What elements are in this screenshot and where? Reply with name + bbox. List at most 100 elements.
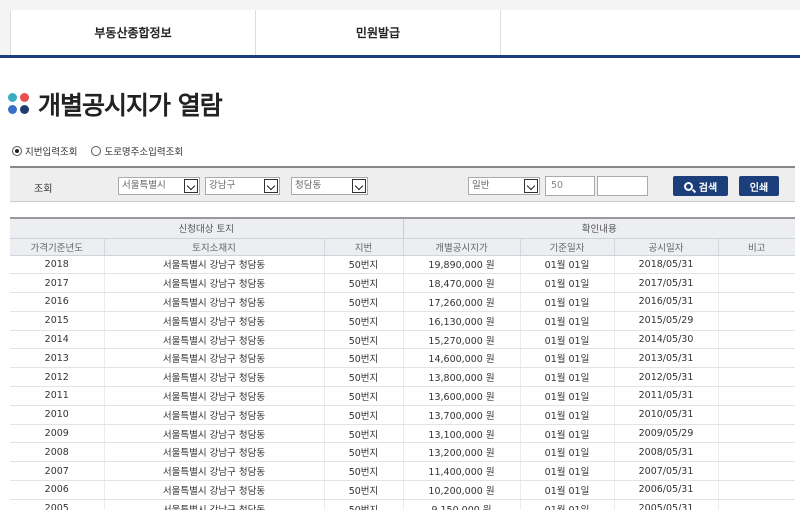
radio-lot-number-search[interactable]: 지번입력조회 [12,144,77,158]
table-cell: 2013 [10,348,104,369]
table-cell: 13,700,000 원 [402,405,520,425]
table-row: 2010 서울특별시 강남구 청담동 50번지 13,700,000 원 01월 01일… [10,405,796,425]
table-cell: 01월 01일 [519,499,614,510]
table-cell: 9,150,000 원 [402,499,520,510]
table-cell: 2006/05/31 [613,480,718,500]
table-row: 2005서울특별시 강남구 청담동50번지9,150,000 원01월 01일2… [10,499,796,510]
table-cell: 2012/05/31 [613,367,718,388]
table-cell: 15,270,000 원 [402,330,520,350]
tab-real-estate-info[interactable]: 부동산종합정보 [11,10,256,55]
chevron-down-icon[interactable] [524,179,538,193]
table-cell: 50번지 [323,255,403,275]
table-cell: 01월 01일 [519,311,614,331]
table-cell [717,499,796,510]
radio-label: 지번입력조회 [25,147,78,158]
table-cell: 2018 [10,255,104,275]
print-button[interactable]: 인쇄 [739,176,779,196]
top-nav-tabs: 부동산종합정보 민원발급 [10,10,800,55]
table-cell [717,367,796,388]
search-label: 조회 [34,184,53,195]
table-cell: 50번지 [323,367,403,388]
table-cell [717,273,796,294]
table-cell [717,330,796,350]
search-button-label: 검색 [698,182,718,194]
page-header: 개별공시지가 열람 [8,88,223,120]
table-cell [717,480,796,500]
table-cell: 50번지 [323,499,403,510]
table-cell: 01월 01일 [519,405,614,425]
table-row: 2013 서울특별시 강남구 청담동 50번지 14,600,000 원 01월 01일… [10,348,796,369]
column-header: 공시일자 [613,238,718,256]
table-cell: 01월 01일 [519,367,614,388]
column-header: 비고 [717,238,796,256]
chevron-down-icon[interactable] [352,179,366,193]
table-cell: 50번지 [323,442,403,463]
column-header: 지번 [323,238,403,256]
table-cell [717,292,796,312]
dong-select[interactable]: 청담동 [291,177,368,195]
table-cell: 2009 [10,424,104,444]
table-cell: 19,890,000 원 [402,255,520,275]
table-cell: 50번지 [323,480,403,500]
column-header: 기준일자 [519,238,614,256]
table-cell: 서울특별시 강남구 청담동 [103,311,324,331]
table-cell: 01월 01일 [519,292,614,312]
radio-label: 도로명주소입력조회 [104,147,184,158]
table-cell: 13,200,000 원 [402,442,520,463]
table-cell: 2009/05/29 [613,424,718,444]
print-button-label: 인쇄 [749,182,769,194]
table-cell: 2017 [10,273,104,294]
table-row: 2014 서울특별시 강남구 청담동 50번지 15,270,000 원 01월 01일… [10,330,796,350]
table-cell: 서울특별시 강남구 청담동 [103,330,324,350]
radio-unselected-icon[interactable] [91,146,102,156]
table-cell: 50번지 [323,348,403,369]
table-cell: 2014 [10,330,104,350]
table-cell [717,348,796,369]
table-row: 2011 서울특별시 강남구 청담동 50번지 13,600,000 원 01월 01일… [10,386,796,406]
search-button[interactable]: 검색 [673,176,728,196]
table-cell: 50번지 [323,273,403,294]
table-cell [717,311,796,331]
table-cell: 서울특별시 강남구 청담동 [103,273,324,294]
table-cell: 16,130,000 원 [402,311,520,331]
table-cell: 2017/05/31 [613,273,718,294]
column-header: 토지소재지 [103,238,324,256]
table-cell: 2007/05/31 [613,461,718,482]
table-cell: 11,400,000 원 [402,461,520,482]
table-cell: 서울특별시 강남구 청담동 [103,424,324,444]
table-cell: 50번지 [323,292,403,312]
table-cell: 50번지 [323,424,403,444]
table-cell: 2010/05/31 [613,405,718,425]
radio-road-address-search[interactable]: 도로명주소입력조회 [91,144,183,158]
table-cell: 01월 01일 [519,255,614,275]
column-header: 개별공시지가 [402,238,520,256]
tab-civil-documents[interactable]: 민원발급 [256,10,501,55]
search-icon [683,181,693,191]
table-cell: 01월 01일 [519,348,614,369]
sigungu-select[interactable]: 강남구 [205,177,280,195]
dong-value: 청담동 [295,180,322,191]
table-cell: 2018/05/31 [613,255,718,275]
chevron-down-icon[interactable] [184,179,198,193]
sigungu-value: 강남구 [209,180,236,191]
radio-selected-icon[interactable] [12,146,22,156]
table-cell: 13,800,000 원 [402,367,520,388]
land-type-select[interactable]: 일반 [468,177,540,195]
table-cell: 2011 [10,386,104,406]
table-cell: 서울특별시 강남구 청담동 [103,367,324,388]
column-header: 가격기준년도 [10,238,104,256]
page-title: 개별공시지가 열람 [38,91,223,120]
sido-select[interactable]: 서울특별시 [118,177,200,195]
table-cell [717,424,796,444]
table-cell: 13,600,000 원 [402,386,520,406]
four-dots-icon [8,93,30,115]
table-cell: 서울특별시 강남구 청담동 [103,480,324,500]
table-cell [717,461,796,482]
table-cell: 01월 01일 [519,330,614,350]
table-cell: 50번지 [323,461,403,482]
table-cell: 01월 01일 [519,480,614,500]
bubun-input[interactable] [597,176,648,196]
table-cell: 서울특별시 강남구 청담동 [103,499,324,510]
bonbun-input[interactable]: 50 [545,176,595,196]
chevron-down-icon[interactable] [264,179,278,193]
